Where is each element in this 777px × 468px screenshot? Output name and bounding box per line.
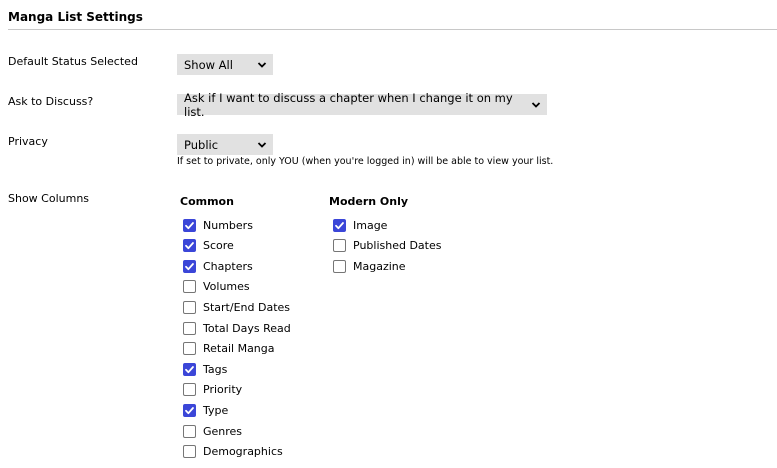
- privacy-select[interactable]: Public: [177, 134, 273, 155]
- privacy-value: Public: [184, 137, 219, 152]
- privacy-label: Privacy: [8, 135, 48, 148]
- modern-magazine-checkbox[interactable]: [333, 259, 346, 273]
- common-volumes-row[interactable]: Volumes: [183, 279, 250, 295]
- default-status-label: Default Status Selected: [8, 55, 138, 68]
- common-chapters-label: Chapters: [203, 259, 253, 273]
- checkmark-icon: [185, 262, 194, 270]
- chevron-down-icon: [531, 100, 541, 110]
- show-columns-label: Show Columns: [8, 192, 90, 205]
- common-score-checkbox[interactable]: [183, 239, 196, 253]
- common-start-end-dates-label: Start/End Dates: [203, 300, 291, 314]
- common-demographics-label: Demographics: [203, 445, 283, 459]
- common-chapters-row[interactable]: Chapters: [183, 258, 253, 274]
- section-title: Manga List Settings: [8, 10, 143, 24]
- checkmark-icon: [185, 242, 194, 250]
- checkmark-icon: [185, 365, 194, 373]
- common-start-end-dates-checkbox[interactable]: [183, 300, 196, 314]
- common-numbers-label: Numbers: [203, 218, 253, 232]
- checkmark-icon: [185, 406, 194, 414]
- modern-published-dates-label: Published Dates: [353, 239, 442, 253]
- common-type-row[interactable]: Type: [183, 402, 228, 418]
- chevron-down-icon: [257, 60, 267, 70]
- common-genres-checkbox[interactable]: [183, 424, 196, 438]
- chevron-down-icon: [257, 140, 267, 150]
- modern-magazine-row[interactable]: Magazine: [333, 258, 406, 274]
- modern-image-checkbox[interactable]: [333, 218, 346, 232]
- common-type-label: Type: [203, 403, 229, 417]
- common-type-checkbox[interactable]: [183, 403, 196, 417]
- common-score-row[interactable]: Score: [183, 238, 234, 254]
- privacy-help-text: If set to private, only YOU (when you're…: [177, 156, 554, 167]
- common-total-days-read-label: Total Days Read: [203, 321, 291, 335]
- common-volumes-label: Volumes: [203, 280, 250, 294]
- common-chapters-checkbox[interactable]: [183, 259, 196, 273]
- common-priority-checkbox[interactable]: [183, 383, 196, 397]
- common-total-days-read-row[interactable]: Total Days Read: [183, 320, 291, 336]
- common-score-label: Score: [203, 239, 234, 253]
- common-demographics-checkbox[interactable]: [183, 445, 196, 459]
- modern-only-heading: Modern Only: [329, 195, 409, 208]
- common-retail-manga-row[interactable]: Retail Manga: [183, 341, 275, 357]
- modern-image-label: Image: [353, 218, 388, 232]
- modern-published-dates-checkbox[interactable]: [333, 239, 346, 253]
- common-tags-checkbox[interactable]: [183, 362, 196, 376]
- common-tags-label: Tags: [203, 362, 228, 376]
- common-start-end-dates-row[interactable]: Start/End Dates: [183, 299, 290, 315]
- common-priority-row[interactable]: Priority: [183, 382, 242, 398]
- common-heading: Common: [180, 195, 234, 208]
- common-numbers-checkbox[interactable]: [183, 218, 196, 232]
- modern-magazine-label: Magazine: [353, 259, 406, 273]
- common-retail-manga-label: Retail Manga: [203, 342, 275, 356]
- default-status-value: Show All: [184, 57, 233, 72]
- common-total-days-read-checkbox[interactable]: [183, 321, 196, 335]
- ask-discuss-value: Ask if I want to discuss a chapter when …: [184, 90, 513, 119]
- title-divider: [8, 29, 777, 30]
- ask-discuss-label: Ask to Discuss?: [8, 95, 94, 108]
- common-numbers-row[interactable]: Numbers: [183, 217, 253, 233]
- checkmark-icon: [185, 221, 194, 229]
- modern-image-row[interactable]: Image: [333, 217, 387, 233]
- modern-published-dates-row[interactable]: Published Dates: [333, 238, 441, 254]
- common-volumes-checkbox[interactable]: [183, 280, 196, 294]
- checkmark-icon: [335, 221, 344, 229]
- common-genres-label: Genres: [203, 424, 243, 438]
- ask-discuss-select[interactable]: Ask if I want to discuss a chapter when …: [177, 91, 547, 119]
- common-demographics-row[interactable]: Demographics: [183, 444, 283, 460]
- common-genres-row[interactable]: Genres: [183, 423, 242, 439]
- common-tags-row[interactable]: Tags: [183, 361, 227, 377]
- common-retail-manga-checkbox[interactable]: [183, 342, 196, 356]
- common-priority-label: Priority: [203, 383, 243, 397]
- default-status-select[interactable]: Show All: [177, 54, 273, 75]
